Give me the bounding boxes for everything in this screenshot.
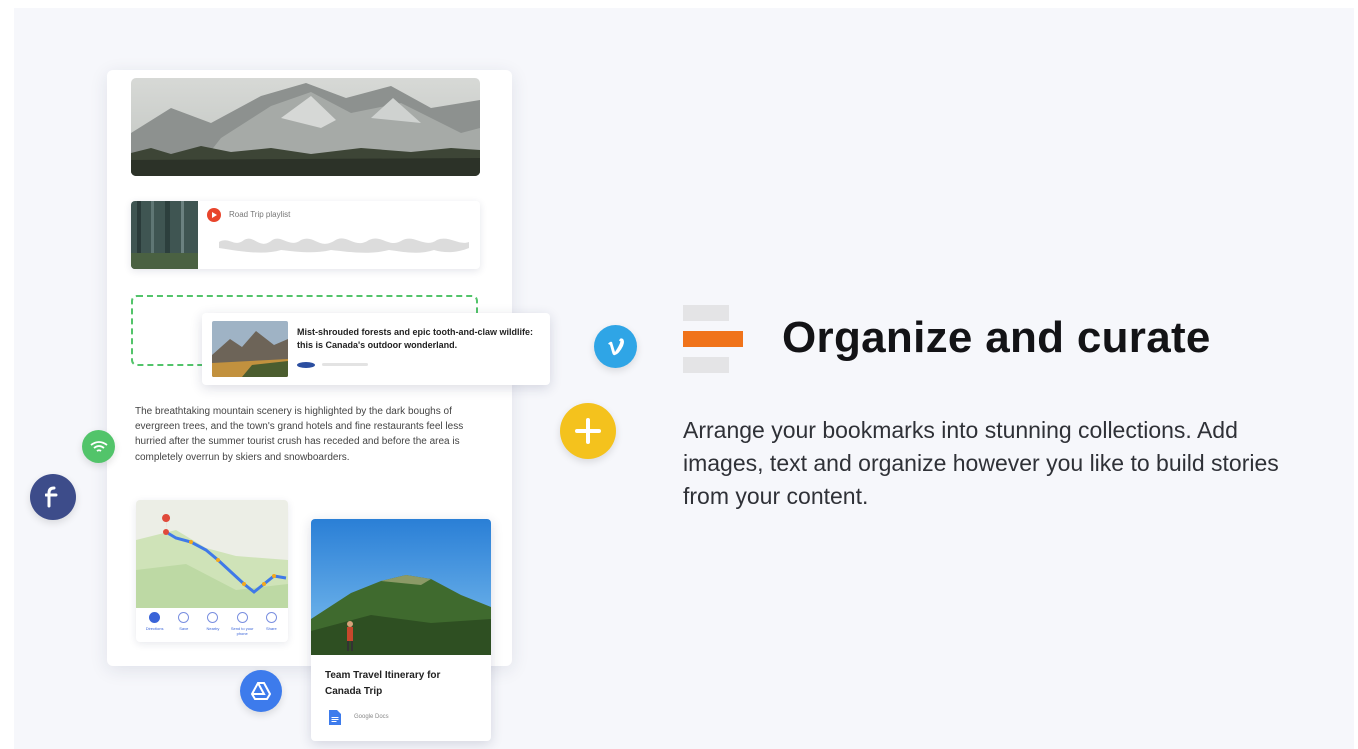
forest-thumbnail bbox=[131, 201, 198, 269]
map-action-save[interactable]: Save bbox=[171, 612, 197, 640]
note-text: The breathtaking mountain scenery is hig… bbox=[135, 406, 464, 463]
save-icon bbox=[178, 612, 190, 623]
map-actions: Directions Save Nearby Send to your phon… bbox=[140, 612, 286, 640]
organize-icon bbox=[683, 305, 743, 373]
play-icon[interactable] bbox=[207, 208, 221, 222]
map-card[interactable]: Directions Save Nearby Send to your phon… bbox=[136, 500, 288, 642]
map-action-nearby[interactable]: Nearby bbox=[200, 612, 226, 640]
link-title: Mist-shrouded forests and epic tooth-and… bbox=[297, 327, 534, 350]
drive-icon bbox=[240, 670, 282, 712]
doc-source: Google Docs bbox=[354, 714, 389, 720]
playlist-title: Road Trip playlist bbox=[229, 210, 291, 219]
audio-waveform[interactable] bbox=[219, 228, 469, 256]
plus-icon bbox=[560, 403, 616, 459]
docs-icon bbox=[329, 710, 341, 725]
hiker-image bbox=[311, 519, 491, 655]
wifi-icon bbox=[82, 430, 115, 463]
link-thumbnail bbox=[212, 321, 288, 377]
link-source-placeholder bbox=[322, 363, 368, 366]
send-icon bbox=[236, 612, 248, 623]
publisher-logo bbox=[297, 362, 315, 368]
feature-description: Arrange your bookmarks into stunning col… bbox=[683, 417, 1279, 509]
feedly-icon bbox=[30, 474, 76, 520]
directions-icon bbox=[149, 612, 161, 623]
nearby-icon bbox=[207, 612, 219, 623]
share-icon bbox=[265, 612, 277, 623]
vimeo-icon bbox=[594, 325, 637, 368]
doc-card[interactable]: Team Travel Itinerary for Canada Trip Go… bbox=[311, 519, 491, 741]
doc-title: Team Travel Itinerary for Canada Trip bbox=[325, 670, 441, 697]
route-map[interactable] bbox=[136, 500, 288, 608]
playlist-card[interactable]: Road Trip playlist bbox=[131, 201, 480, 269]
map-action-directions[interactable]: Directions bbox=[142, 612, 168, 640]
map-action-share[interactable]: Share bbox=[258, 612, 284, 640]
feature-title: Organize and curate bbox=[782, 313, 1211, 362]
map-action-send[interactable]: Send to your phone bbox=[229, 612, 255, 640]
mountain-hero-image bbox=[131, 78, 480, 176]
link-card[interactable]: Mist-shrouded forests and epic tooth-and… bbox=[202, 313, 550, 385]
